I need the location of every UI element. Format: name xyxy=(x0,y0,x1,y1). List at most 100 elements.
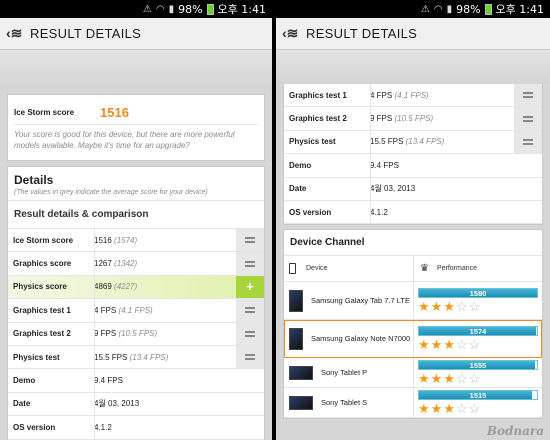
device-row[interactable]: Sony Tablet S 1515 ★★★☆☆ xyxy=(284,388,542,419)
result-row[interactable]: Physics test 15.5 FPS (13.4 FPS) xyxy=(8,345,264,370)
star-filled-icon: ★ xyxy=(418,299,431,315)
column-divider xyxy=(94,252,95,275)
back-icon[interactable]: ‹≋ xyxy=(282,25,300,43)
result-row: OS version 4.1.2 xyxy=(284,200,542,225)
row-value: 1267 xyxy=(94,259,112,269)
row-value: 4 FPS xyxy=(94,305,117,315)
column-divider xyxy=(370,130,371,154)
page-title: RESULT DETAILS xyxy=(30,26,142,41)
equal-icon xyxy=(523,115,533,122)
row-label: Demo xyxy=(13,376,36,386)
row-value-cell: 9.4 FPS xyxy=(94,376,264,385)
row-average: (1574) xyxy=(114,235,138,245)
row-value: 4 FPS xyxy=(370,90,393,100)
device-name: Samsung Galaxy Note N7000 xyxy=(311,333,411,343)
row-value: 4869 xyxy=(94,282,112,292)
device-list: Samsung Galaxy Tab 7.7 LTE 1580 ★★★☆☆ Samsu… xyxy=(284,282,542,419)
compare-button[interactable] xyxy=(236,299,264,322)
result-row[interactable]: Ice Storm score 1516 (1574) xyxy=(8,229,264,253)
result-row[interactable]: Graphics test 1 4 FPS (4.1 FPS) xyxy=(8,299,264,323)
row-value-cell: 4.1.2 xyxy=(94,423,264,432)
row-label: OS version xyxy=(13,422,56,432)
result-row[interactable]: Graphics test 2 9 FPS (10.5 FPS) xyxy=(8,322,264,346)
row-value: 4월 03, 2013 xyxy=(370,184,416,194)
details-card: Details (The values in grey indicate the… xyxy=(7,166,265,440)
row-average: (13.4 FPS) xyxy=(129,352,169,362)
left-screen: ⚠ ◠ ▮ 98% 오후 1:41 ‹≋ RESULT DETAILS Ice … xyxy=(0,0,272,440)
col-performance: Performance xyxy=(436,265,478,273)
device-channel-card: Device Channel Device ♛ Performance Sams… xyxy=(283,229,543,420)
details-card-right: Graphics test 14 FPS (4.1 FPS) Graphics t… xyxy=(283,84,543,226)
channel-title: Device Channel xyxy=(284,230,542,257)
trophy-icon: ♛ xyxy=(420,263,429,275)
column-divider xyxy=(370,107,371,130)
row-label: Graphics test 2 xyxy=(289,114,347,124)
star-filled-icon: ★ xyxy=(430,337,444,353)
result-row[interactable]: Graphics score 1267 (1342) xyxy=(8,252,264,276)
compare-button[interactable] xyxy=(236,345,264,369)
score-bar: 1574 xyxy=(418,326,538,337)
result-row[interactable]: Graphics test 2 9 FPS (10.5 FPS) xyxy=(284,107,542,131)
column-divider xyxy=(94,345,95,369)
rating-stars: ★★★☆☆ xyxy=(418,402,538,415)
row-label: Physics test xyxy=(289,137,336,147)
row-label: Graphics test 2 xyxy=(13,329,71,339)
wifi-icon: ◠ xyxy=(155,3,165,15)
equal-icon xyxy=(245,260,255,267)
result-rows-right: Graphics test 14 FPS (4.1 FPS) Graphics t… xyxy=(284,84,542,225)
score-bar: 1580 xyxy=(418,288,538,299)
result-row[interactable]: Graphics test 1 4 FPS (4.1 FPS) xyxy=(284,84,542,108)
row-value: 4월 03, 2013 xyxy=(94,399,140,409)
star-empty-icon: ☆ xyxy=(455,401,469,417)
device-row[interactable]: Sony Tablet P 1555 ★★★☆☆ xyxy=(284,358,542,389)
row-label: Ice Storm score xyxy=(13,235,74,245)
result-row[interactable]: Physics test 15.5 FPS (13.4 FPS) xyxy=(284,130,542,155)
battery-percent: 98% xyxy=(456,2,481,16)
compare-button[interactable] xyxy=(514,107,542,130)
star-filled-icon: ★ xyxy=(418,337,431,353)
result-row: Demo 9.4 FPS xyxy=(284,154,542,178)
phone-icon xyxy=(289,263,296,275)
score-label: Ice Storm score xyxy=(14,108,75,117)
star-filled-icon: ★ xyxy=(418,371,431,387)
device-row[interactable]: Samsung Galaxy Tab 7.7 LTE 1580 ★★★☆☆ xyxy=(284,282,542,321)
column-divider xyxy=(370,84,371,107)
star-filled-icon: ★ xyxy=(418,401,431,417)
device-row[interactable]: Samsung Galaxy Note N7000 1574 ★★★☆☆ xyxy=(284,320,542,359)
star-empty-icon: ☆ xyxy=(455,337,469,353)
header-band xyxy=(0,50,272,90)
compare-button[interactable] xyxy=(236,322,264,345)
back-icon[interactable]: ‹≋ xyxy=(6,25,24,43)
battery-percent: 98% xyxy=(178,2,203,16)
star-empty-icon: ☆ xyxy=(455,371,469,387)
star-filled-icon: ★ xyxy=(430,299,444,315)
channel-header: Device ♛ Performance xyxy=(284,256,542,283)
compare-button[interactable] xyxy=(514,84,542,107)
compare-button[interactable] xyxy=(236,229,264,252)
row-value-cell: 4월 03, 2013 xyxy=(370,183,542,194)
row-value: 9 FPS xyxy=(370,114,393,124)
usb-icon: ⚠ xyxy=(142,3,152,15)
battery-icon xyxy=(206,3,214,15)
device-name: Sony Tablet S xyxy=(321,397,368,407)
device-thumbnail xyxy=(289,327,303,350)
header-band xyxy=(276,50,550,84)
app-bar-right: ‹≋ RESULT DETAILS xyxy=(276,18,550,50)
right-screen: ⚠ ◠ ▮ 98% 오후 1:41 ‹≋ RESULT DETAILS Grap… xyxy=(276,0,550,440)
compare-button[interactable] xyxy=(514,130,542,154)
star-filled-icon: ★ xyxy=(430,401,444,417)
row-value-cell: 9.4 FPS xyxy=(370,161,542,170)
row-average: (4.1 FPS) xyxy=(394,90,429,100)
rating-stars: ★★★☆☆ xyxy=(418,372,538,385)
result-row[interactable]: Physics score 4869 (4227) + xyxy=(8,275,264,300)
device-score: 1555 xyxy=(469,361,487,371)
battery-icon xyxy=(484,3,492,15)
equal-icon xyxy=(245,307,255,314)
compare-button[interactable] xyxy=(236,252,264,275)
rating-stars: ★★★☆☆ xyxy=(418,338,538,351)
score-bar: 1555 xyxy=(418,360,538,371)
signal-icon: ▮ xyxy=(168,3,175,15)
equal-icon xyxy=(245,354,255,361)
expand-button[interactable]: + xyxy=(236,275,264,299)
star-filled-icon: ★ xyxy=(443,371,456,387)
